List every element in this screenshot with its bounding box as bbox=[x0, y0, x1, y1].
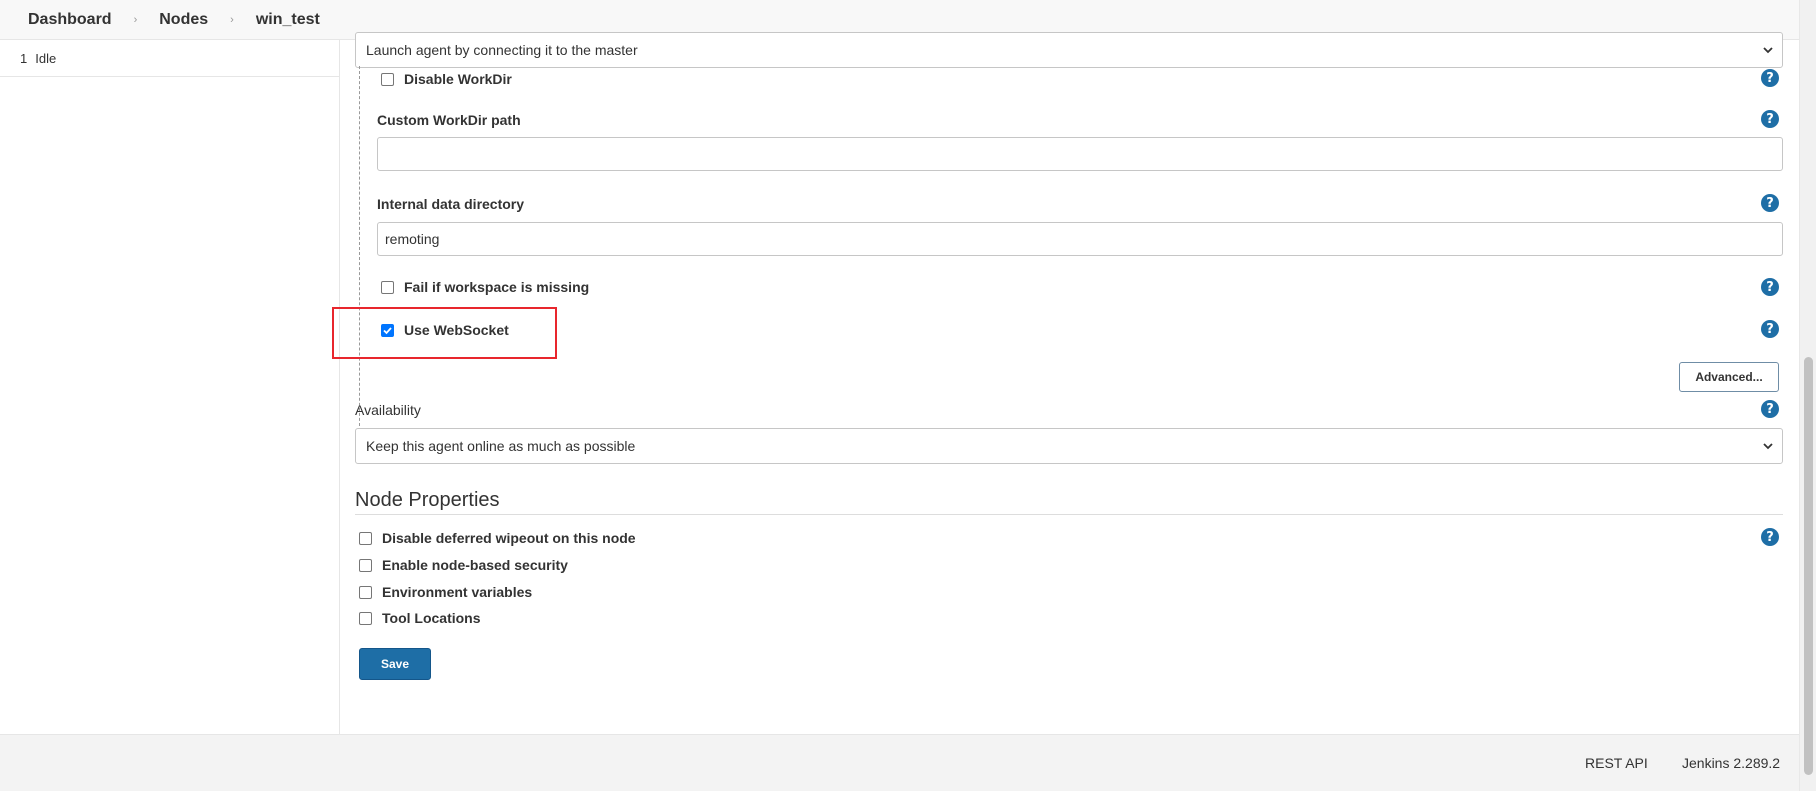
breadcrumb-win-test[interactable]: win_test bbox=[256, 11, 320, 29]
disable-workdir-label: Disable WorkDir bbox=[404, 71, 512, 87]
help-icon[interactable]: ? bbox=[1761, 320, 1779, 338]
node-property-label: Tool Locations bbox=[382, 610, 481, 626]
footer: REST API Jenkins 2.289.2 bbox=[0, 734, 1799, 791]
help-icon[interactable]: ? bbox=[1761, 69, 1779, 87]
node-property-row: Disable deferred wipeout on this node bbox=[359, 528, 636, 548]
help-icon[interactable]: ? bbox=[1761, 528, 1779, 546]
availability-value: Keep this agent online as much as possib… bbox=[366, 438, 636, 454]
disable-workdir-row: Disable WorkDir bbox=[381, 69, 512, 89]
chevron-right-icon: › bbox=[133, 13, 138, 26]
launch-method-select[interactable]: Launch agent by connecting it to the mas… bbox=[355, 32, 1783, 68]
node-property-row: Environment variables bbox=[359, 582, 532, 602]
chevron-down-icon bbox=[1763, 443, 1773, 450]
fail-if-missing-label: Fail if workspace is missing bbox=[404, 279, 590, 295]
node-property-label: Environment variables bbox=[382, 584, 533, 600]
node-property-label: Enable node-based security bbox=[382, 557, 568, 573]
vertical-scrollbar[interactable] bbox=[1799, 0, 1816, 791]
internal-dir-label: Internal data directory bbox=[377, 196, 525, 212]
internal-dir-input[interactable]: remoting bbox=[377, 222, 1783, 256]
use-websocket-label: Use WebSocket bbox=[404, 322, 509, 338]
help-icon[interactable]: ? bbox=[1761, 110, 1779, 128]
chevron-down-icon bbox=[1763, 47, 1773, 54]
chevron-right-icon: › bbox=[230, 13, 234, 26]
breadcrumb-dashboard[interactable]: Dashboard bbox=[28, 11, 112, 29]
disable-deferred-wipeout-checkbox[interactable] bbox=[359, 531, 372, 545]
fail-if-missing-row: Fail if workspace is missing bbox=[381, 277, 589, 297]
use-websocket-row: Use WebSocket bbox=[381, 320, 509, 340]
checkmark-icon bbox=[383, 326, 392, 334]
use-websocket-checkbox[interactable] bbox=[381, 323, 394, 337]
section-divider bbox=[355, 514, 1783, 515]
fail-if-missing-checkbox[interactable] bbox=[381, 280, 394, 294]
options-indent-guide bbox=[359, 66, 360, 436]
scrollbar-thumb[interactable] bbox=[1804, 357, 1813, 775]
node-property-label: Disable deferred wipeout on this node bbox=[382, 530, 636, 546]
main-content: Launch agent by connecting it to the mas… bbox=[332, 32, 1799, 734]
node-properties-heading: Node Properties bbox=[355, 489, 500, 511]
tool-locations-checkbox[interactable] bbox=[359, 611, 372, 625]
launch-method-value: Launch agent by connecting it to the mas… bbox=[366, 42, 638, 58]
availability-select[interactable]: Keep this agent online as much as possib… bbox=[355, 428, 1783, 464]
breadcrumb-nodes[interactable]: Nodes bbox=[159, 11, 208, 29]
node-property-row: Tool Locations bbox=[359, 608, 481, 628]
executor-status: Idle bbox=[35, 50, 57, 66]
node-property-row: Enable node-based security bbox=[359, 555, 568, 575]
advanced-button[interactable]: Advanced... bbox=[1679, 362, 1779, 392]
help-icon[interactable]: ? bbox=[1761, 278, 1779, 296]
environment-variables-checkbox[interactable] bbox=[359, 585, 372, 599]
availability-label: Availability bbox=[355, 402, 421, 418]
disable-workdir-checkbox[interactable] bbox=[381, 72, 394, 86]
enable-node-security-checkbox[interactable] bbox=[359, 558, 372, 572]
executor-number: 1 bbox=[20, 50, 28, 66]
help-icon[interactable]: ? bbox=[1761, 194, 1779, 212]
sidebar: 1 Idle bbox=[0, 40, 340, 734]
save-button[interactable]: Save bbox=[359, 648, 431, 680]
rest-api-link[interactable]: REST API bbox=[1585, 755, 1648, 771]
custom-workdir-input[interactable] bbox=[377, 137, 1783, 171]
executor-row: 1 Idle bbox=[0, 40, 339, 77]
jenkins-version-link[interactable]: Jenkins 2.289.2 bbox=[1682, 755, 1780, 771]
custom-workdir-label: Custom WorkDir path bbox=[377, 112, 521, 128]
help-icon[interactable]: ? bbox=[1761, 400, 1779, 418]
